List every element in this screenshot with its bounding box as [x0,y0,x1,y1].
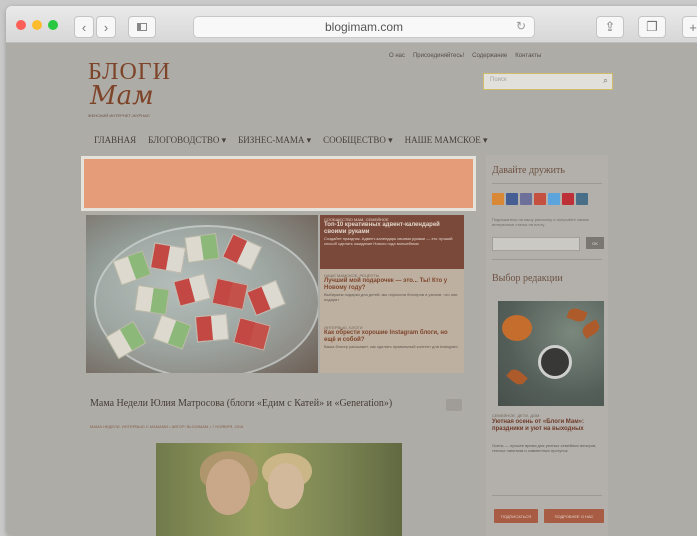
web-page: БЛОГИ Мам ЖЕНСКИЙ ИНТЕРНЕТ-ЖУРНАЛ О нас … [6,43,697,536]
top-link-about[interactable]: О нас [389,53,405,59]
browser-toolbar: ‹ › blogimam.com ↻ ⇪ ❐ + [6,6,697,43]
slider-list: СООБЩЕСТВО МАМ, СЕМЕЙНОЕ Топ-10 креативн… [320,215,464,373]
ad-banner[interactable] [81,156,476,211]
nav-item-our-mom[interactable]: НАШЕ МАМСКОЕ ▾ [405,135,488,146]
share-icon: ⇪ [604,19,616,34]
site-search-input[interactable]: Поиск ⌕ [483,73,613,90]
chevron-right-icon: › [103,19,109,35]
nav-item-home[interactable]: ГЛАВНАЯ [94,135,136,146]
tabs-button[interactable]: ❐ [638,16,666,38]
widget-title-editor: Выбор редакции [492,273,563,284]
tabs-icon: ❐ [646,19,658,34]
slider-item[interactable]: СООБЩЕСТВО МАМ, СЕМЕЙНОЕ Топ-10 креативн… [320,215,464,269]
slider-item-title[interactable]: Как обрести хорошие Instagram блоги, но … [324,330,460,344]
top-link-contacts[interactable]: Контакты [515,53,541,59]
subscribe-button[interactable]: OK [586,237,604,249]
divider [492,183,602,184]
browser-window: ‹ › blogimam.com ↻ ⇪ ❐ + БЛОГИ Мам ЖЕНСК… [6,6,697,536]
slider-item-excerpt: Создайте праздник. Адвент-календарь свои… [324,236,453,246]
nav-item-business-mom[interactable]: БИЗНЕС-МАМА ▾ [238,135,311,146]
url-text: blogimam.com [324,20,404,34]
plus-icon: + [689,19,697,35]
instagram-icon[interactable] [576,193,588,205]
forward-button[interactable]: › [96,16,116,38]
rss-icon[interactable] [492,193,504,205]
divider [492,259,602,260]
post-meta: МАМА НЕДЕЛИ, ИНТЕРВЬЮ С МАМАМИ • АВТОР: … [90,424,244,429]
top-links: О нас Присоединяйтесь! Содержание Контак… [389,53,541,59]
new-tab-button[interactable]: + [682,16,697,38]
vk-icon[interactable] [520,193,532,205]
cup-shape [538,345,572,379]
slider-item-excerpt: Выбираем подарки для детей: мы опросили … [324,292,458,302]
slider-photo[interactable] [86,215,318,373]
slider-item[interactable]: ИНТЕРВЬЮ, БЛОГИ Как обрести хорошие Inst… [320,323,464,373]
comment-bubble-icon[interactable] [446,399,462,411]
search-placeholder: Поиск [490,77,507,83]
slider-item-excerpt: Ваша блогер расскажет, как сделать прави… [324,344,458,349]
slider-item-title[interactable]: Топ-10 креативных адвент-календарей свои… [324,222,460,236]
back-button[interactable]: ‹ [74,16,94,38]
google-plus-icon[interactable] [534,193,546,205]
leaf-shape [566,306,588,324]
editor-pick-photo[interactable] [498,301,604,406]
person-face-shape [206,459,250,515]
child-face-shape [268,463,304,509]
subscribe-orange-button[interactable]: ПОДПИСАТЬСЯ [494,509,538,523]
minimize-window-button[interactable] [32,20,42,30]
post-photo[interactable] [156,443,402,536]
nav-item-community[interactable]: СООБЩЕСТВО ▾ [323,135,393,146]
featured-slider: СООБЩЕСТВО МАМ, СЕМЕЙНОЕ Топ-10 креативн… [86,215,464,373]
social-icons [492,193,588,205]
gift-box-shape [149,242,187,274]
subscribe-text: Подпишитесь на нашу рассылку и получайте… [492,217,589,227]
editor-pick-excerpt: Осень — лучшее время для уютных семейных… [492,443,597,453]
twitter-icon[interactable] [548,193,560,205]
about-us-button[interactable]: ПОДРОБНЕЕ О НАС [544,509,604,523]
main-nav: ГЛАВНАЯ БЛОГОВОДСТВО ▾ БИЗНЕС-МАМА ▾ СОО… [94,135,488,146]
sidebar-icon [137,23,147,31]
top-link-contents[interactable]: Содержание [472,53,507,59]
share-button[interactable]: ⇪ [596,16,624,38]
chevron-left-icon: ‹ [81,19,87,35]
widget-title-friends: Давайте дружить [492,165,565,176]
email-field[interactable] [492,237,580,251]
site-tagline: ЖЕНСКИЙ ИНТЕРНЕТ-ЖУРНАЛ [88,113,150,118]
pinterest-icon[interactable] [562,193,574,205]
nav-item-blogging[interactable]: БЛОГОВОДСТВО ▾ [148,135,226,146]
slider-item-title[interactable]: Лучший мой подарочек — это... Ты! Кто у … [324,278,460,292]
gift-box-shape [194,313,230,343]
close-window-button[interactable] [16,20,26,30]
site-logo-line2[interactable]: Мам [90,81,154,111]
editor-pick-title[interactable]: Уютная осень от «Блоги Мам»: праздники и… [492,419,604,433]
pumpkin-shape [502,315,532,341]
post-title[interactable]: Мама Недели Юлия Матросова (блоги «Едим … [90,398,410,410]
leaf-shape [580,319,602,339]
reload-icon[interactable]: ↻ [516,19,526,33]
editor-pick-category: СЕМЕЙНОЕ, ДЕТИ, ДОМ [492,413,540,418]
leaf-shape [506,366,528,388]
address-bar[interactable]: blogimam.com ↻ [193,16,535,38]
gift-box-shape [134,284,170,316]
top-link-join[interactable]: Присоединяйтесь! [413,53,464,59]
zoom-window-button[interactable] [48,20,58,30]
facebook-icon[interactable] [506,193,518,205]
sidebar: Давайте дружить Подпишитесь на нашу расс… [486,155,608,536]
divider [492,495,602,496]
slider-item[interactable]: НАШЕ МАМСКОЕ, РЕЦЕПТЫ Лучший мой подароч… [320,271,464,321]
sidebar-toggle-button[interactable] [128,16,156,38]
gift-box-shape [184,232,220,264]
search-icon[interactable]: ⌕ [603,75,608,86]
